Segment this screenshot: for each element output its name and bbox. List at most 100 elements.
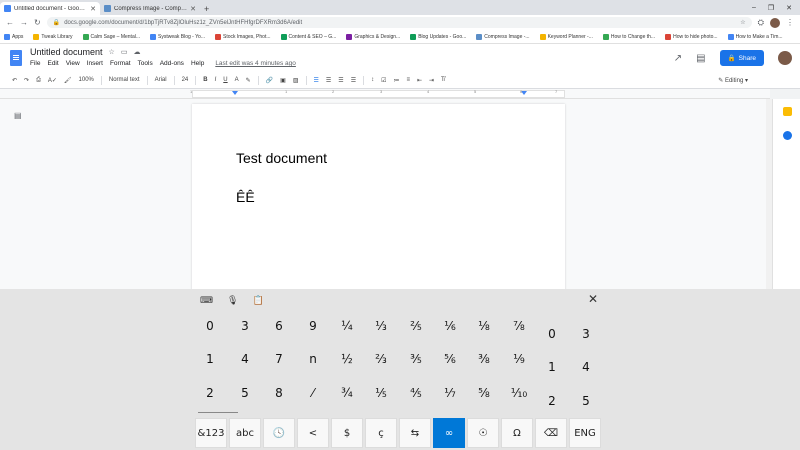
keyboard-key[interactable]: ⅞: [502, 312, 536, 340]
underline-icon[interactable]: U: [223, 77, 227, 83]
close-tab-icon[interactable]: ✕: [190, 5, 196, 13]
keyboard-bottom-key[interactable]: ⇆: [399, 418, 431, 448]
keyboard-key[interactable]: 3: [228, 312, 262, 340]
last-edit-link[interactable]: Last edit was 4 minutes ago: [215, 60, 296, 67]
increase-indent-icon[interactable]: ⇥: [429, 77, 434, 84]
redo-icon[interactable]: ↷: [24, 77, 29, 84]
text-color-icon[interactable]: A: [235, 77, 239, 83]
keyboard-key[interactable]: 3: [569, 320, 603, 348]
docs-logo-icon[interactable]: [10, 50, 22, 66]
font-size-select[interactable]: 24: [182, 77, 189, 83]
link-icon[interactable]: 🔗: [266, 77, 273, 84]
keyboard-key[interactable]: n: [296, 345, 330, 373]
keyboard-key[interactable]: ⅓: [364, 312, 398, 340]
tab-google-docs[interactable]: Untitled document - Google Do ✕: [0, 2, 100, 15]
keyboard-bottom-key[interactable]: &123: [195, 418, 227, 448]
keyboard-key[interactable]: 1: [193, 345, 227, 373]
microphone-icon[interactable]: 🎙: [227, 295, 238, 306]
forward-icon[interactable]: →: [20, 18, 28, 27]
italic-icon[interactable]: I: [215, 77, 217, 83]
clipboard-icon[interactable]: 📋: [252, 295, 263, 306]
tab-compress-image[interactable]: Compress Image - Compression ✕: [100, 2, 200, 15]
keyboard-bottom-key[interactable]: ENG: [569, 418, 601, 448]
keyboard-bottom-key[interactable]: Ω: [501, 418, 533, 448]
keyboard-key[interactable]: ⅛: [467, 312, 501, 340]
menu-item-view[interactable]: View: [66, 60, 80, 67]
menu-item-edit[interactable]: Edit: [47, 60, 58, 67]
align-left-icon[interactable]: ☰: [314, 77, 319, 84]
menu-item-file[interactable]: File: [30, 60, 40, 67]
align-right-icon[interactable]: ☰: [338, 77, 343, 84]
menu-item-insert[interactable]: Insert: [87, 60, 103, 67]
keyboard-key[interactable]: 0: [193, 312, 227, 340]
keyboard-key[interactable]: ⁄: [296, 379, 330, 407]
bulleted-list-icon[interactable]: ≡: [406, 77, 410, 83]
decrease-indent-icon[interactable]: ⇤: [417, 77, 422, 84]
keyboard-key[interactable]: ½: [330, 345, 364, 373]
style-select[interactable]: Normal text: [109, 77, 140, 83]
reload-icon[interactable]: ↻: [34, 18, 41, 27]
star-icon[interactable]: ☆: [740, 19, 745, 26]
keyboard-bottom-key[interactable]: ç: [365, 418, 397, 448]
bookmark-item[interactable]: Calm Sage – Mental...: [82, 33, 140, 40]
left-indent-marker[interactable]: [232, 91, 238, 95]
keyboard-key[interactable]: 4: [569, 353, 603, 381]
keyboard-key[interactable]: ⅒: [502, 379, 536, 407]
keyboard-key[interactable]: 5: [228, 379, 262, 407]
keyboard-key[interactable]: 0: [535, 320, 569, 348]
extension-icon[interactable]: ⛭: [758, 18, 764, 28]
share-button[interactable]: 🔒 Share: [719, 50, 764, 66]
menu-item-format[interactable]: Format: [110, 60, 131, 67]
align-justify-icon[interactable]: ☰: [351, 77, 356, 84]
keep-icon[interactable]: [783, 107, 792, 116]
paint-format-icon[interactable]: 🖌: [64, 77, 72, 84]
keyboard-bottom-key[interactable]: $: [331, 418, 363, 448]
keyboard-bottom-key[interactable]: <: [297, 418, 329, 448]
image-icon[interactable]: ▨: [293, 77, 299, 84]
keyboard-key[interactable]: ¼: [330, 312, 364, 340]
highlight-icon[interactable]: ✎: [246, 77, 251, 84]
font-select[interactable]: Arial: [155, 77, 167, 83]
keyboard-key[interactable]: 8: [262, 379, 296, 407]
bookmark-item[interactable]: Compress Image -...: [476, 33, 530, 40]
document-line[interactable]: Test document: [236, 150, 327, 166]
bookmark-item[interactable]: Systweak Blog - Yo...: [150, 33, 205, 40]
bookmark-item[interactable]: How to Change th...: [602, 33, 655, 40]
menu-item-tools[interactable]: Tools: [138, 60, 153, 67]
comment-icon[interactable]: ▣: [280, 77, 286, 84]
keyboard-key[interactable]: 5: [569, 387, 603, 415]
document-page[interactable]: Test document ÊÊ: [192, 104, 565, 294]
keyboard-key[interactable]: ⅗: [399, 345, 433, 373]
bookmark-item[interactable]: Graphics & Design...: [346, 33, 400, 40]
menu-kebab-icon[interactable]: ⋮: [786, 18, 794, 27]
new-tab-button[interactable]: +: [204, 4, 209, 14]
maximize-icon[interactable]: ❐: [768, 4, 774, 12]
keyboard-key[interactable]: 7: [262, 345, 296, 373]
keyboard-bottom-key[interactable]: 🕓: [263, 418, 295, 448]
keyboard-bottom-key[interactable]: abc: [229, 418, 261, 448]
close-keyboard-button[interactable]: ✕: [588, 292, 598, 306]
minimize-icon[interactable]: –: [752, 4, 756, 12]
omnibox[interactable]: 🔒 docs.google.com/document/d/1bpTjRTv8Zj…: [46, 17, 752, 28]
align-center-icon[interactable]: ☰: [326, 77, 331, 84]
back-icon[interactable]: ←: [6, 18, 14, 27]
line-spacing-icon[interactable]: ↕: [371, 77, 374, 83]
bold-icon[interactable]: B: [203, 77, 207, 83]
url-text[interactable]: docs.google.com/document/d/1bpTjRTv8ZjlO…: [64, 20, 736, 26]
menu-item-help[interactable]: Help: [191, 60, 204, 67]
keyboard-bottom-key[interactable]: ∞: [433, 418, 465, 448]
bookmark-item[interactable]: How to hide photo...: [665, 33, 718, 40]
spellcheck-icon[interactable]: A✓: [48, 77, 57, 84]
document-outline-icon[interactable]: ▤: [14, 111, 22, 120]
bookmark-item[interactable]: Content & SEO – G...: [280, 33, 336, 40]
tasks-icon[interactable]: [783, 131, 792, 140]
print-icon[interactable]: ⎙: [36, 77, 41, 84]
checklist-icon[interactable]: ☑: [381, 77, 386, 84]
undo-icon[interactable]: ↶: [12, 77, 17, 84]
zoom-select[interactable]: 100%: [79, 77, 94, 83]
comments-icon[interactable]: ▤: [696, 53, 705, 64]
bookmark-item[interactable]: Keyword Planner -...: [539, 33, 593, 40]
keyboard-key[interactable]: ⅕: [364, 379, 398, 407]
document-line[interactable]: ÊÊ: [236, 189, 255, 205]
keyboard-key[interactable]: ⅖: [399, 312, 433, 340]
